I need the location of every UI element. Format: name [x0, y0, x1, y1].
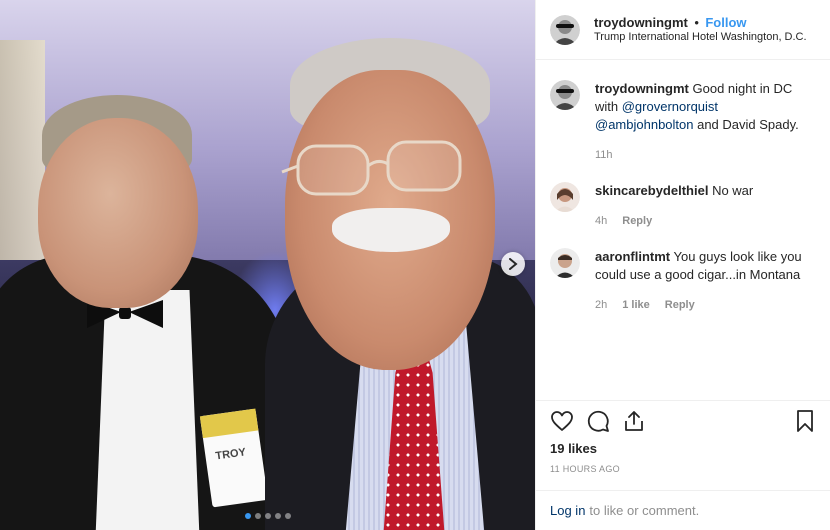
likes-count[interactable]: 19 likes: [550, 441, 817, 456]
reply-button[interactable]: Reply: [622, 212, 652, 230]
post-timestamp: 11 HOURS AGO: [550, 464, 620, 474]
bookmark-icon[interactable]: [793, 409, 817, 433]
carousel-dot: [264, 513, 271, 519]
avatar[interactable]: [550, 14, 580, 45]
post-caption: troydowningmt Good night in DC with @gro…: [550, 80, 816, 164]
comment-likes[interactable]: 1 like: [622, 296, 650, 314]
carousel-indicator: [0, 513, 535, 519]
comment-text: aaronflintmt You guys look like you coul…: [595, 248, 816, 284]
user-avatar-icon: [550, 182, 580, 212]
login-link[interactable]: Log in: [550, 503, 585, 518]
avatar[interactable]: [550, 248, 580, 278]
caption-text: troydowningmt Good night in DC with @gro…: [595, 80, 816, 134]
caption-segment: and David Spady.: [693, 117, 799, 132]
separator-bullet: •: [694, 14, 699, 30]
reply-button[interactable]: Reply: [665, 296, 695, 314]
carousel-dot: [274, 513, 281, 519]
caption-body: troydowningmt Good night in DC with @gro…: [595, 80, 816, 164]
login-prompt: to like or comment.: [589, 503, 700, 518]
chevron-right-icon: [509, 258, 518, 270]
comment-content: No war: [708, 183, 754, 198]
comment-time: 2h: [595, 299, 608, 311]
carousel-next-button[interactable]: [501, 252, 525, 276]
comment-text: skincarebydelthiel No war: [595, 182, 816, 200]
user-avatar-icon: [550, 80, 580, 110]
caption-meta: 11h: [595, 146, 816, 164]
avatar[interactable]: [550, 182, 580, 212]
list-item: skincarebydelthiel No war 4h Reply: [550, 182, 816, 230]
caption-username[interactable]: troydowningmt: [595, 81, 689, 96]
carousel-dot: [284, 513, 291, 519]
post-header-text: troydowningmt • Follow Trump Internation…: [594, 15, 807, 45]
post-sidebar: troydowningmt • Follow Trump Internation…: [535, 0, 830, 530]
post-username[interactable]: troydowningmt: [594, 15, 688, 30]
post-location[interactable]: Trump International Hotel Washington, D.…: [594, 30, 807, 45]
eyeglasses: [281, 140, 462, 196]
post-photo[interactable]: [0, 0, 535, 530]
comment-meta: 4h Reply: [595, 212, 816, 230]
carousel-dot: [244, 513, 251, 519]
avatar[interactable]: [550, 80, 580, 110]
comment-time: 4h: [595, 215, 608, 227]
comment-username[interactable]: aaronflintmt: [595, 249, 670, 264]
person-left-face: [38, 118, 198, 308]
share-icon[interactable]: [622, 409, 646, 433]
comment-body: aaronflintmt You guys look like you coul…: [595, 248, 816, 314]
user-avatar-icon: [550, 14, 580, 45]
login-bar: Log in to like or comment.: [536, 490, 830, 530]
comment-icon[interactable]: [586, 409, 610, 433]
mustache: [332, 208, 450, 252]
caption-time: 11h: [595, 149, 613, 161]
follow-button[interactable]: Follow: [705, 15, 746, 30]
mention-link[interactable]: @grovernorquist: [622, 99, 718, 114]
carousel-dot: [254, 513, 261, 519]
comment-body: skincarebydelthiel No war 4h Reply: [595, 182, 816, 230]
heart-icon[interactable]: [550, 409, 574, 433]
comment-meta: 2h 1 like Reply: [595, 296, 816, 314]
action-icons: [550, 409, 817, 433]
user-avatar-icon: [550, 248, 580, 278]
list-item: aaronflintmt You guys look like you coul…: [550, 248, 816, 314]
comment-list: troydowningmt Good night in DC with @gro…: [536, 60, 830, 314]
comment-username[interactable]: skincarebydelthiel: [595, 183, 708, 198]
mention-link[interactable]: @ambjohnbolton: [595, 117, 693, 132]
post-actions: 19 likes 11 HOURS AGO: [536, 400, 830, 490]
post-header: troydowningmt • Follow Trump Internation…: [536, 0, 830, 60]
